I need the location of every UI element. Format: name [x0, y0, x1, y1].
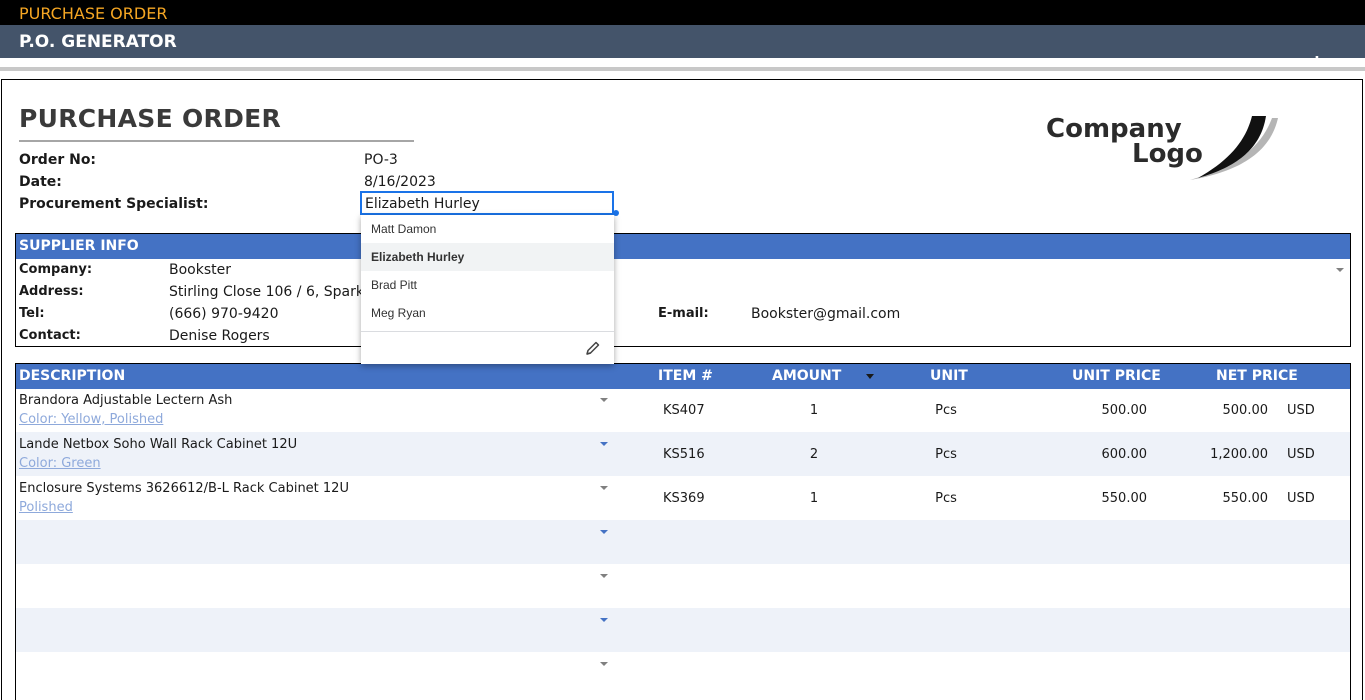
- dropdown-option-selected[interactable]: Elizabeth Hurley: [361, 243, 614, 271]
- row-net-price: 1,200.00: [1210, 447, 1268, 462]
- email-value: Bookster@gmail.com: [751, 306, 901, 322]
- date-value[interactable]: 8/16/2023: [364, 174, 436, 190]
- chevron-down-icon[interactable]: [600, 618, 608, 622]
- address-value: Stirling Close 106 / 6, Sparks: [169, 284, 372, 300]
- generator-title: P.O. GENERATOR: [19, 32, 177, 52]
- table-row-empty[interactable]: [16, 608, 1350, 652]
- col-description: DESCRIPTION: [19, 368, 126, 384]
- top-title-bar: PURCHASE ORDER: [0, 0, 1365, 25]
- specialist-dropdown: Matt Damon Elizabeth Hurley Brad Pitt Me…: [361, 215, 614, 364]
- row-unit-price: 550.00: [1101, 491, 1148, 506]
- row-item-no: KS516: [663, 447, 705, 462]
- row-description[interactable]: Lande Netbox Soho Wall Rack Cabinet 12U: [19, 437, 297, 452]
- specialist-label: Procurement Specialist:: [19, 196, 209, 212]
- col-amount: AMOUNT: [772, 368, 842, 384]
- col-net-price: NET PRICE: [1216, 368, 1298, 384]
- order-no-value[interactable]: PO-3: [364, 152, 398, 168]
- divider: [0, 67, 1365, 71]
- company-dropdown-icon[interactable]: [1336, 268, 1344, 272]
- row-detail: Color: Green: [19, 456, 101, 471]
- company-logo: Company Logo: [1046, 114, 1278, 180]
- chevron-down-icon[interactable]: [600, 662, 608, 666]
- address-label: Address:: [19, 284, 84, 299]
- row-unit-price: 500.00: [1101, 403, 1148, 418]
- dropdown-separator: [361, 331, 614, 332]
- row-unit: Pcs: [935, 447, 957, 462]
- dropdown-option[interactable]: Meg Ryan: [361, 299, 614, 327]
- title-underline: [19, 140, 414, 142]
- table-row-empty[interactable]: [16, 652, 1350, 696]
- row-description[interactable]: Brandora Adjustable Lectern Ash: [19, 393, 232, 408]
- chevron-down-icon[interactable]: [600, 486, 608, 490]
- row-unit: Pcs: [935, 403, 957, 418]
- dropdown-option[interactable]: Matt Damon: [361, 215, 614, 243]
- chevron-down-icon[interactable]: [600, 530, 608, 534]
- dropdown-option[interactable]: Brad Pitt: [361, 271, 614, 299]
- table-row: Lande Netbox Soho Wall Rack Cabinet 12U …: [16, 432, 1350, 476]
- tel-value: (666) 970-9420: [169, 306, 279, 322]
- row-currency: USD: [1287, 491, 1315, 506]
- row-description[interactable]: Enclosure Systems 3626612/B-L Rack Cabin…: [19, 481, 349, 496]
- company-value[interactable]: Bookster: [169, 262, 231, 278]
- company-label: Company:: [19, 262, 93, 277]
- row-detail: Polished: [19, 500, 73, 515]
- supplier-header-label: SUPPLIER INFO: [19, 238, 139, 254]
- pencil-icon[interactable]: [584, 341, 602, 357]
- email-label: E-mail:: [658, 306, 709, 321]
- top-title: PURCHASE ORDER: [19, 4, 168, 23]
- row-unit-price: 600.00: [1101, 447, 1148, 462]
- supplier-header: SUPPLIER INFO: [16, 234, 1350, 259]
- row-amount[interactable]: 1: [786, 403, 842, 418]
- row-item-no: KS407: [663, 403, 705, 418]
- tel-label: Tel:: [19, 306, 45, 321]
- row-amount[interactable]: 2: [786, 447, 842, 462]
- amount-filter-icon[interactable]: [866, 374, 874, 379]
- row-unit: Pcs: [935, 491, 957, 506]
- chevron-down-icon[interactable]: [600, 574, 608, 578]
- specialist-select[interactable]: Elizabeth Hurley: [360, 191, 614, 215]
- row-currency: USD: [1287, 447, 1315, 462]
- table-row-empty[interactable]: [16, 520, 1350, 564]
- row-item-no: KS369: [663, 491, 705, 506]
- row-amount[interactable]: 1: [786, 491, 842, 506]
- contact-value: Denise Rogers: [169, 328, 270, 344]
- page-title: PURCHASE ORDER: [19, 104, 282, 133]
- logo-line2: Logo: [1132, 139, 1203, 169]
- row-net-price: 550.00: [1222, 491, 1269, 506]
- chevron-down-icon[interactable]: [600, 442, 608, 446]
- order-no-label: Order No:: [19, 152, 97, 168]
- chevron-down-icon[interactable]: [600, 398, 608, 402]
- generator-bar: P.O. GENERATOR someka: [0, 25, 1365, 84]
- table-row: Brandora Adjustable Lectern Ash Color: Y…: [16, 388, 1350, 432]
- table-row: Enclosure Systems 3626612/B-L Rack Cabin…: [16, 476, 1350, 520]
- row-currency: USD: [1287, 403, 1315, 418]
- col-item-no: ITEM #: [658, 368, 713, 384]
- row-net-price: 500.00: [1222, 403, 1269, 418]
- col-unit-price: UNIT PRICE: [1072, 368, 1161, 384]
- contact-label: Contact:: [19, 328, 81, 343]
- row-detail: Color: Yellow, Polished: [19, 412, 164, 427]
- items-header: DESCRIPTION ITEM # AMOUNT UNIT UNIT PRIC…: [16, 364, 1350, 389]
- col-unit: UNIT: [930, 368, 968, 384]
- table-row-empty[interactable]: [16, 564, 1350, 608]
- date-label: Date:: [19, 174, 62, 190]
